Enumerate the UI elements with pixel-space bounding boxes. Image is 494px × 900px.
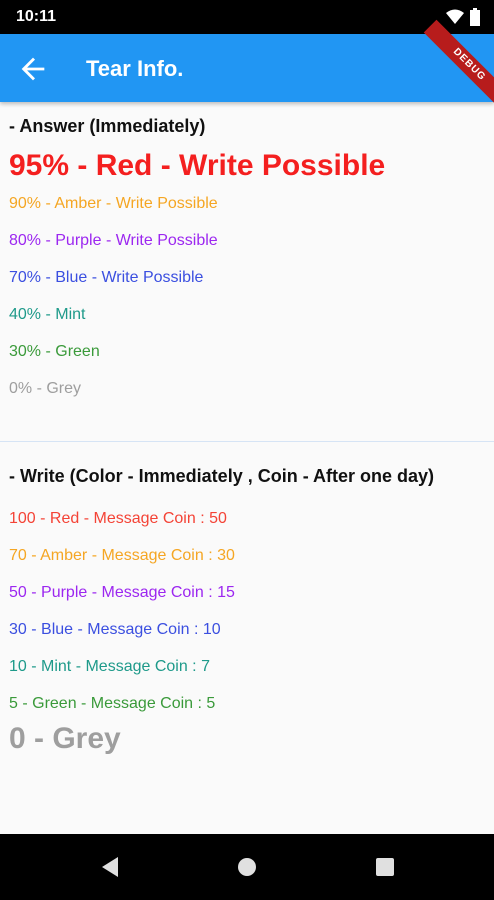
answer-row-mint: 40% - Mint [9, 306, 86, 323]
page-title: Tear Info. [86, 56, 184, 81]
status-time: 10:11 [16, 8, 57, 25]
write-row-blue: 30 - Blue - Message Coin : 10 [9, 621, 221, 638]
answer-heading: - Answer (Immediately) [9, 116, 206, 136]
battery-icon [470, 8, 480, 26]
nav-back-button[interactable] [96, 852, 126, 882]
wifi-icon [446, 9, 464, 24]
debug-banner: DEBUG [423, 19, 494, 111]
answer-row-grey: 0% - Grey [9, 380, 82, 397]
nav-recents-button[interactable] [370, 852, 400, 882]
answer-row-green: 30% - Green [9, 343, 100, 360]
answer-row-blue: 70% - Blue - Write Possible [9, 269, 204, 286]
write-row-purple: 50 - Purple - Message Coin : 15 [9, 584, 235, 601]
back-button[interactable] [16, 52, 50, 86]
square-recents-icon [376, 858, 394, 876]
write-heading: - Write (Color - Immediately , Coin - Af… [9, 466, 435, 486]
circle-home-icon [238, 858, 256, 876]
arrow-back-icon [21, 57, 45, 81]
write-row-amber: 70 - Amber - Message Coin : 30 [9, 547, 235, 564]
write-row-mint: 10 - Mint - Message Coin : 7 [9, 658, 210, 675]
section-divider [0, 441, 494, 442]
system-nav-bar [0, 834, 494, 900]
answer-row-purple: 80% - Purple - Write Possible [9, 232, 218, 249]
app-bar: Tear Info. DEBUG [0, 19, 494, 111]
nav-home-button[interactable] [232, 852, 262, 882]
answer-row-amber: 90% - Amber - Write Possible [9, 195, 218, 212]
status-bar: 10:11 [0, 0, 494, 34]
write-row-green: 5 - Green - Message Coin : 5 [9, 695, 216, 712]
triangle-back-icon [102, 857, 118, 877]
answer-row-red: 95% - Red - Write Possible [9, 149, 386, 182]
write-row-red: 100 - Red - Message Coin : 50 [9, 510, 227, 527]
write-row-grey: 0 - Grey [9, 722, 121, 755]
status-icons [446, 8, 480, 26]
